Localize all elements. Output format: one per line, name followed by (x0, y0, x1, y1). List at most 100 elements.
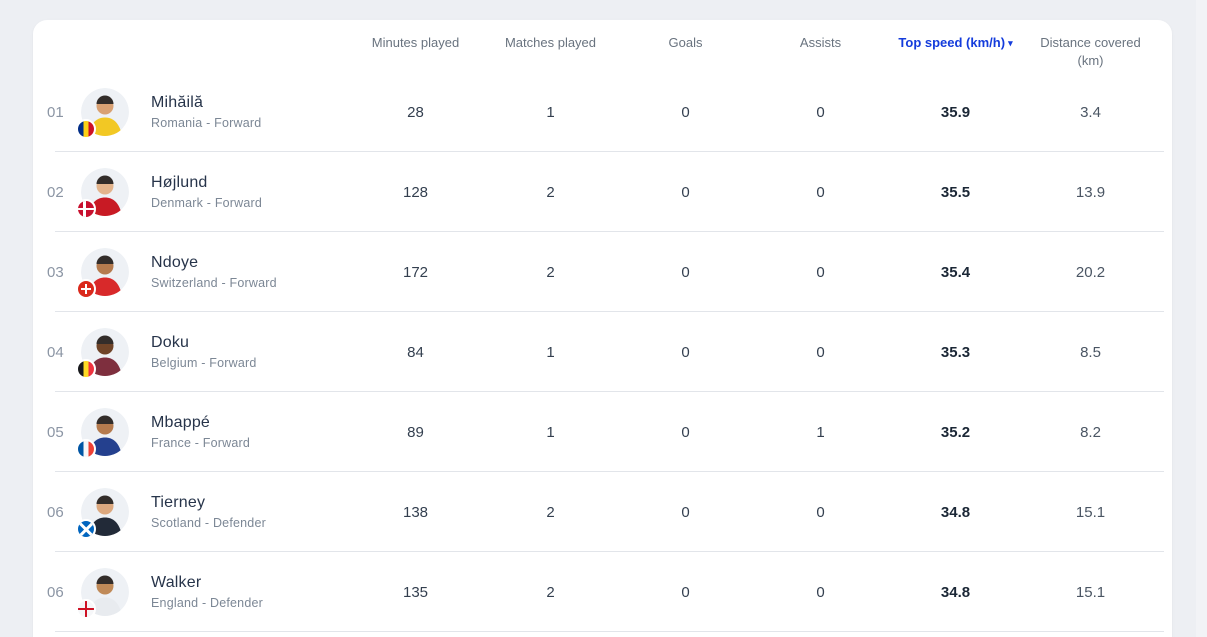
table-body: 01 Mihăilă Romania - Forward 28 1 0 0 35… (33, 72, 1172, 632)
top-speed-cell: 35.4 (940, 263, 971, 281)
page-background: { "accent_blue": "#143cdc", "table": { "… (0, 0, 1207, 637)
player-avatar (76, 168, 129, 219)
minutes-played-cell: 138 (402, 503, 429, 521)
flag-icon (76, 599, 96, 619)
player-avatar (76, 488, 129, 539)
assists-cell: 1 (816, 423, 825, 441)
top-speed-cell: 34.8 (940, 503, 971, 521)
player-avatar (76, 408, 129, 459)
rank-label: 04 (47, 343, 64, 361)
matches-played-cell: 2 (546, 263, 555, 281)
player-row[interactable]: 06 Tierney Scotland - Defender 138 2 0 0… (33, 472, 1172, 552)
player-meta: Doku Belgium - Forward (137, 334, 348, 370)
distance-covered-cell: 15.1 (1075, 503, 1106, 521)
player-subtitle: Belgium - Forward (151, 356, 257, 370)
rank-label: 06 (47, 583, 64, 601)
player-subtitle: Romania - Forward (151, 116, 262, 130)
player-name: Tierney (151, 494, 206, 511)
column-header-distance-covered[interactable]: Distance covered (km) (1023, 20, 1158, 70)
goals-cell: 0 (681, 343, 690, 361)
player-row[interactable]: 01 Mihăilă Romania - Forward 28 1 0 0 35… (33, 72, 1172, 152)
player-name: Walker (151, 574, 202, 591)
assists-cell: 0 (816, 583, 825, 601)
player-avatar (76, 88, 129, 139)
table-header-row: Minutes played Matches played Goals Assi… (33, 20, 1172, 72)
player-name: Mihăilă (151, 94, 204, 111)
player-meta: Tierney Scotland - Defender (137, 494, 348, 530)
column-header-matches-played[interactable]: Matches played (483, 20, 618, 52)
flag-icon (76, 119, 96, 139)
assists-cell: 0 (816, 503, 825, 521)
top-speed-cell: 35.5 (940, 183, 971, 201)
rank-label: 05 (47, 423, 64, 441)
matches-played-cell: 1 (546, 423, 555, 441)
player-name: Mbappé (151, 414, 211, 431)
goals-cell: 0 (681, 503, 690, 521)
player-avatar (76, 328, 129, 379)
flag-icon (76, 279, 96, 299)
goals-cell: 0 (681, 183, 690, 201)
player-row[interactable]: 06 Walker England - Defender 135 2 0 0 3… (33, 552, 1172, 632)
player-subtitle: Scotland - Defender (151, 516, 266, 530)
flag-icon (76, 439, 96, 459)
distance-covered-cell: 20.2 (1075, 263, 1106, 281)
player-subtitle: Denmark - Forward (151, 196, 263, 210)
matches-played-cell: 2 (546, 183, 555, 201)
matches-played-cell: 2 (546, 503, 555, 521)
distance-covered-cell: 3.4 (1080, 103, 1101, 121)
goals-cell: 0 (681, 103, 690, 121)
player-meta: Højlund Denmark - Forward (137, 174, 348, 210)
top-speed-cell: 35.2 (940, 423, 971, 441)
assists-cell: 0 (816, 263, 825, 281)
minutes-played-cell: 128 (402, 183, 429, 201)
player-avatar (76, 568, 129, 619)
sort-descending-icon: ▾ (1008, 38, 1013, 48)
top-speed-cell: 35.3 (940, 343, 971, 361)
distance-covered-cell: 13.9 (1075, 183, 1106, 201)
assists-cell: 0 (816, 103, 825, 121)
player-meta: Mihăilă Romania - Forward (137, 94, 348, 130)
distance-covered-cell: 15.1 (1075, 583, 1106, 601)
player-name: Højlund (151, 174, 208, 191)
flag-icon (76, 199, 96, 219)
player-name: Doku (151, 334, 190, 351)
column-header-assists[interactable]: Assists (753, 20, 888, 52)
rank-label: 06 (47, 503, 64, 521)
matches-played-cell: 2 (546, 583, 555, 601)
distance-covered-cell: 8.2 (1080, 423, 1101, 441)
player-meta: Ndoye Switzerland - Forward (137, 254, 348, 290)
player-meta: Mbappé France - Forward (137, 414, 348, 450)
rank-label: 03 (47, 263, 64, 281)
column-header-goals[interactable]: Goals (618, 20, 753, 52)
assists-cell: 0 (816, 183, 825, 201)
matches-played-cell: 1 (546, 343, 555, 361)
flag-icon (76, 519, 96, 539)
flag-icon (76, 359, 96, 379)
player-row[interactable]: 02 Højlund Denmark - Forward 128 2 0 0 3… (33, 152, 1172, 232)
minutes-played-cell: 135 (402, 583, 429, 601)
distance-covered-cell: 8.5 (1080, 343, 1101, 361)
column-header-top-speed[interactable]: Top speed (km/h) ▾ (888, 20, 1023, 52)
minutes-played-cell: 172 (402, 263, 429, 281)
rank-label: 01 (47, 103, 64, 121)
scrollbar-track[interactable] (1196, 0, 1207, 637)
player-row[interactable]: 05 Mbappé France - Forward 89 1 0 1 35.2… (33, 392, 1172, 472)
stats-card: Minutes played Matches played Goals Assi… (33, 20, 1172, 637)
player-subtitle: Switzerland - Forward (151, 276, 277, 290)
top-speed-cell: 35.9 (940, 103, 971, 121)
column-header-minutes-played[interactable]: Minutes played (348, 20, 483, 52)
rank-label: 02 (47, 183, 64, 201)
player-subtitle: France - Forward (151, 436, 251, 450)
player-subtitle: England - Defender (151, 596, 264, 610)
player-row[interactable]: 04 Doku Belgium - Forward 84 1 0 0 35.3 … (33, 312, 1172, 392)
goals-cell: 0 (681, 423, 690, 441)
minutes-played-cell: 89 (407, 423, 424, 441)
minutes-played-cell: 84 (407, 343, 424, 361)
player-row[interactable]: 03 Ndoye Switzerland - Forward 172 2 0 0… (33, 232, 1172, 312)
player-meta: Walker England - Defender (137, 574, 348, 610)
player-avatar (76, 248, 129, 299)
goals-cell: 0 (681, 583, 690, 601)
goals-cell: 0 (681, 263, 690, 281)
matches-played-cell: 1 (546, 103, 555, 121)
player-name: Ndoye (151, 254, 199, 271)
